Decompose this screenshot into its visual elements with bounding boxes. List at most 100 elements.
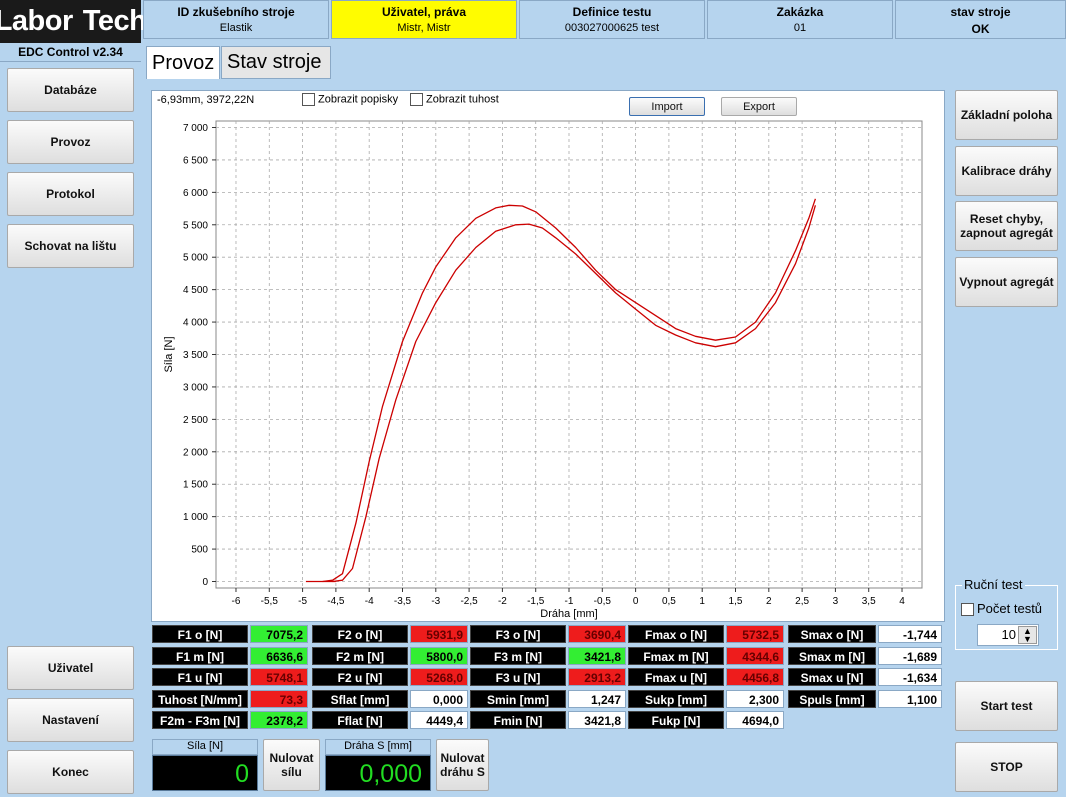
x-tick-label: 4 — [899, 596, 905, 607]
y-tick-label: 1 000 — [183, 512, 208, 523]
header-test-definition: Definice testu 003027000625 test — [519, 0, 705, 39]
result-label: Smax m [N] — [788, 646, 876, 665]
result-label: Spuls [mm] — [788, 689, 876, 708]
y-tick-label: 4 500 — [183, 285, 208, 296]
result-label: Fmax o [N] — [628, 625, 724, 643]
show-labels-checkbox[interactable]: Zobrazit popisky — [302, 93, 398, 106]
result-value: -1,634 — [878, 668, 942, 686]
checkbox-box[interactable] — [410, 93, 423, 106]
result-value: 4456,8 — [726, 668, 784, 686]
x-tick-label: -1 — [565, 596, 574, 607]
x-tick-label: -1,5 — [527, 596, 545, 607]
y-tick-label: 0 — [202, 577, 208, 588]
nav-schovat-button[interactable]: Schovat na lištu — [7, 224, 134, 268]
y-tick-label: 2 000 — [183, 447, 208, 458]
tab-provoz[interactable]: Provoz — [146, 46, 220, 79]
result-value: 5931,9 — [410, 625, 468, 643]
manual-test-title: Ruční test — [962, 577, 1025, 592]
header-order-value: 01 — [793, 22, 807, 34]
result-label: Fmin [N] — [470, 711, 566, 729]
reset-error-button[interactable]: Reset chyby, zapnout agregát — [955, 201, 1058, 251]
nav-protokol-button[interactable]: Protokol — [7, 172, 134, 216]
result-value: 1,247 — [568, 689, 626, 708]
result-value: 2378,2 — [250, 711, 308, 729]
header-order: Zakázka 01 — [707, 0, 893, 39]
x-tick-label: -4 — [365, 596, 374, 607]
force-displacement-chart: -6 -5,5 -5 -4,5 -4 -3,5 -3 -2,5 -2 -1,5 -1 -0,5 0 0,5… — [163, 120, 923, 620]
header-user-title: Uživatel, práva — [381, 5, 467, 19]
x-tick-label: -5,5 — [261, 596, 279, 607]
result-value: 1,100 — [878, 689, 942, 708]
test-count-value[interactable]: 10 — [978, 627, 1016, 642]
x-tick-label: -2,5 — [460, 596, 478, 607]
y-tick-label: 1 500 — [183, 480, 208, 491]
y-tick-label: 6 500 — [183, 155, 208, 166]
result-label: F3 m [N] — [470, 646, 566, 665]
result-value: 3421,8 — [568, 711, 626, 729]
stop-button[interactable]: STOP — [955, 742, 1058, 792]
x-tick-label: -3 — [431, 596, 440, 607]
y-axis-label: Síla [N] — [163, 336, 175, 372]
checkbox-box[interactable] — [961, 603, 974, 617]
x-axis-label: Dráha [mm] — [540, 608, 597, 620]
nav-provoz-button[interactable]: Provoz — [7, 120, 134, 164]
home-position-button[interactable]: Základní poloha — [955, 90, 1058, 140]
force-meter-value: 0 — [152, 755, 258, 791]
show-stiffness-checkbox[interactable]: Zobrazit tuhost — [410, 93, 499, 106]
x-tick-label: -0,5 — [594, 596, 612, 607]
nav-uzivatel-button[interactable]: Uživatel — [7, 646, 134, 690]
test-count-checkbox[interactable]: Počet testů — [961, 601, 1042, 617]
x-tick-label: 1,5 — [729, 596, 743, 607]
result-value: 4449,4 — [410, 711, 468, 729]
result-label: Fflat [N] — [312, 711, 408, 729]
calibrate-travel-button[interactable]: Kalibrace dráhy — [955, 146, 1058, 196]
x-tick-label: 0 — [633, 596, 639, 607]
result-label: F3 u [N] — [470, 668, 566, 686]
x-tick-label: -6 — [232, 596, 241, 607]
x-tick-label: 1 — [699, 596, 705, 607]
result-label: Fmax m [N] — [628, 646, 724, 665]
tab-stav-stroje[interactable]: Stav stroje — [221, 46, 331, 79]
y-tick-label: 6 000 — [183, 188, 208, 199]
header-machine-id-title: ID zkušebního stroje — [177, 5, 295, 19]
x-tick-label: -2 — [498, 596, 507, 607]
header-machine-state: stav stroje OK — [895, 0, 1066, 39]
force-meter-label: Síla [N] — [152, 739, 258, 755]
header-test-definition-value: 003027000625 test — [564, 22, 660, 34]
result-label: F1 m [N] — [152, 646, 248, 665]
result-label: F1 o [N] — [152, 625, 248, 643]
result-value: 4344,6 — [726, 646, 784, 665]
zero-force-button[interactable]: Nulovat sílu — [263, 739, 320, 791]
start-test-button[interactable]: Start test — [955, 681, 1058, 731]
result-value: 5800,0 — [410, 646, 468, 665]
result-value: 3690,4 — [568, 625, 626, 643]
header-user: Uživatel, práva Mistr, Mistr — [331, 0, 517, 39]
header-machine-id: ID zkušebního stroje Elastik — [143, 0, 329, 39]
test-count-stepper[interactable]: 10 ▲ ▼ — [977, 624, 1039, 646]
show-labels-label: Zobrazit popisky — [318, 93, 399, 106]
nav-databaze-button[interactable]: Databáze — [7, 68, 134, 112]
turn-off-unit-button[interactable]: Vypnout agregát — [955, 257, 1058, 307]
x-tick-label: 3 — [833, 596, 839, 607]
zero-displacement-button[interactable]: Nulovat dráhu S — [436, 739, 489, 791]
x-tick-label: 0,5 — [662, 596, 676, 607]
result-value: 5748,1 — [250, 668, 308, 686]
result-label: Sukp [mm] — [628, 689, 724, 708]
result-label: Fukp [N] — [628, 711, 724, 729]
nav-nastaveni-button[interactable]: Nastavení — [7, 698, 134, 742]
checkbox-box[interactable] — [302, 93, 315, 106]
nav-konec-button[interactable]: Konec — [7, 750, 134, 794]
result-label: F2 o [N] — [312, 625, 408, 643]
result-label: F2m - F3m [N] — [152, 711, 248, 729]
results-table: F1 o [N] 7075,2 F2 o [N] 5931,9 F3 o [N] 3690… — [152, 625, 944, 733]
x-tick-label: -4,5 — [327, 596, 345, 607]
header-machine-state-title: stav stroje — [950, 5, 1011, 19]
result-value: 2,300 — [726, 689, 784, 708]
show-stiffness-label: Zobrazit tuhost — [426, 93, 499, 106]
header-test-definition-title: Definice testu — [572, 5, 652, 19]
result-label: Smin [mm] — [470, 689, 566, 708]
spin-arrows-icon[interactable]: ▲ ▼ — [1018, 626, 1037, 644]
y-tick-label: 5 000 — [183, 253, 208, 264]
displacement-meter-value: 0,000 — [325, 755, 431, 791]
result-label: Smax o [N] — [788, 625, 876, 643]
